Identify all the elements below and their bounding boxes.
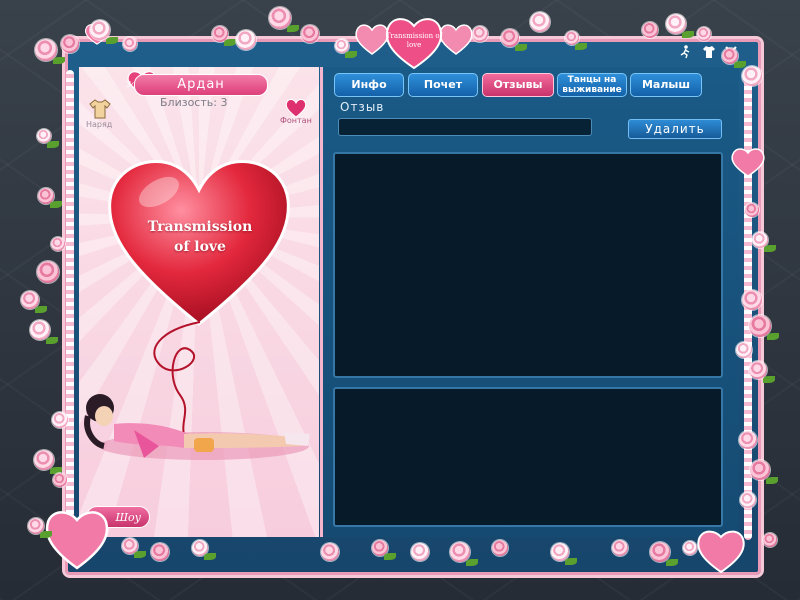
tab-baby[interactable]: Малыш	[630, 73, 702, 97]
leaf-decoration	[106, 36, 118, 44]
rose-decoration	[530, 12, 550, 32]
rose-decoration	[697, 27, 711, 41]
running-figure-icon[interactable]	[678, 45, 692, 59]
rose-decoration	[742, 66, 762, 86]
review-detail-box[interactable]	[333, 387, 723, 527]
delete-button[interactable]: Удалить	[628, 119, 722, 139]
tab-info[interactable]: Инфо	[334, 73, 404, 97]
leaf-decoration	[763, 376, 775, 383]
leaf-decoration	[35, 306, 47, 313]
leaf-decoration	[766, 476, 778, 484]
closeness-level: Близость: 3	[160, 96, 228, 109]
heart-caption: Transmission of love	[120, 217, 280, 257]
corner-heart-icon	[697, 530, 745, 574]
rose-decoration	[763, 533, 777, 547]
rose-decoration	[52, 412, 68, 428]
side-heart-icon	[731, 148, 765, 177]
tab-survival-dance[interactable]: Танцы на выживание	[557, 73, 627, 97]
tab-honor[interactable]: Почет	[408, 73, 478, 97]
heart-caption-line1: Transmission	[147, 219, 253, 235]
leaf-decoration	[682, 30, 694, 38]
rose-decoration	[683, 541, 697, 555]
rose-decoration	[37, 261, 59, 283]
rose-decoration	[739, 431, 757, 449]
rose-decoration	[123, 37, 137, 51]
rose-decoration	[301, 25, 319, 43]
title-heart-caption: Transmission of love	[385, 32, 443, 49]
fountain-tool-label: Фонтан	[280, 116, 312, 125]
rose-decoration	[151, 543, 169, 561]
corner-heart-icon	[45, 511, 109, 570]
rose-decoration	[740, 492, 756, 508]
leaf-decoration	[575, 42, 587, 50]
leaf-decoration	[466, 558, 478, 566]
heart-tool-icon[interactable]	[285, 98, 307, 118]
rose-decoration	[321, 543, 339, 561]
rose-decoration	[742, 290, 762, 310]
rose-decoration	[736, 342, 752, 358]
leaf-decoration	[46, 336, 58, 344]
rose-decoration	[51, 237, 65, 251]
leaf-decoration	[565, 558, 577, 565]
rose-decoration	[53, 473, 67, 487]
rose-decoration	[642, 22, 658, 38]
leaf-decoration	[47, 140, 59, 148]
review-input[interactable]	[338, 118, 592, 136]
pearl-border-left	[66, 70, 74, 540]
rose-decoration	[411, 543, 429, 561]
reviews-list[interactable]	[333, 152, 723, 378]
rose-decoration	[61, 35, 79, 53]
leaf-decoration	[345, 50, 357, 58]
rose-decoration	[236, 30, 256, 50]
heart-caption-line2: of love	[174, 239, 226, 255]
leaf-decoration	[515, 44, 527, 51]
shirt-icon[interactable]	[88, 98, 112, 120]
character-name: Ардан	[134, 74, 268, 96]
rose-decoration	[492, 540, 508, 556]
avatar-character	[84, 394, 310, 460]
panel-divider	[320, 67, 323, 537]
rose-decoration	[745, 203, 759, 217]
review-label: Отзыв	[340, 100, 385, 114]
shirt-icon[interactable]	[702, 45, 716, 59]
tab-reviews[interactable]: Отзывы	[482, 73, 554, 97]
rose-decoration	[472, 26, 488, 42]
leaf-decoration	[666, 558, 678, 566]
outfit-tool-label: Наряд	[86, 120, 113, 129]
rose-decoration	[612, 540, 628, 556]
